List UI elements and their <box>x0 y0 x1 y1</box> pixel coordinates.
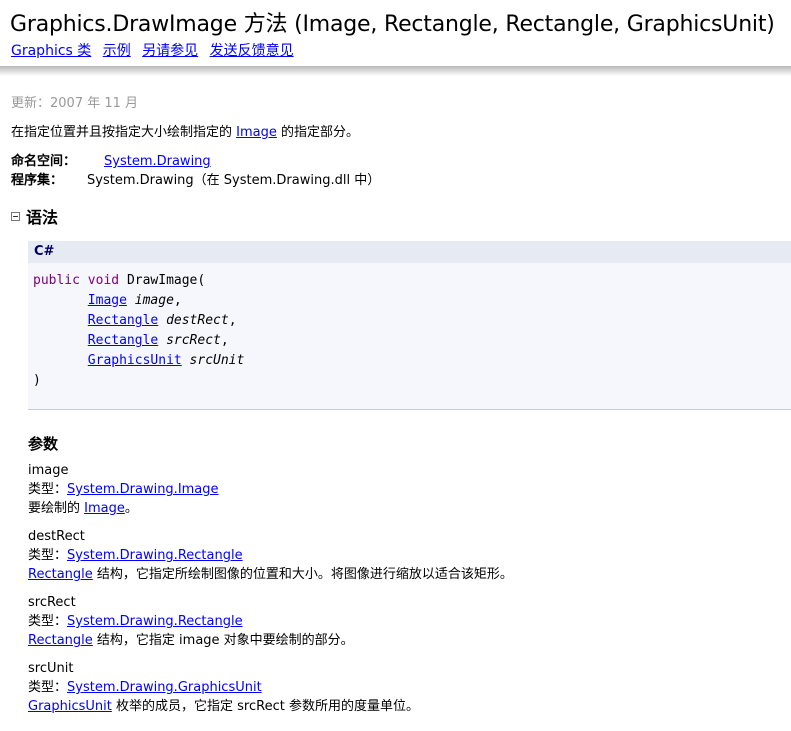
nav-link-see-also[interactable]: 另请参见 <box>142 43 198 59</box>
parameter-type-link[interactable]: System.Drawing.Image <box>67 482 219 497</box>
parameter-type-label: 类型： <box>28 614 68 629</box>
parameter-type-label: 类型： <box>28 680 68 695</box>
code-param-name: image <box>134 293 174 308</box>
parameter-desc-suffix: 。 <box>124 501 138 516</box>
namespace-link[interactable]: System.Drawing <box>104 154 211 169</box>
parameter-name: srcRect <box>28 595 76 610</box>
code-param-sep: , <box>173 293 182 308</box>
parameters-heading: 参数 <box>28 435 59 453</box>
code-param-sep: , <box>220 333 229 348</box>
parameter-desc-link[interactable]: Rectangle <box>28 567 93 582</box>
parameter-item: destRect 类型：System.Drawing.Rectangle Rec… <box>28 527 513 584</box>
syntax-heading[interactable]: 语法 <box>11 204 58 228</box>
title-kind: 方法 <box>243 12 288 37</box>
code-text: public void DrawImage( Image image, Rect… <box>33 271 244 391</box>
parameter-type-row: 类型：System.Drawing.Rectangle <box>28 612 354 631</box>
parameter-desc-prefix: 要绘制的 <box>28 501 81 516</box>
keyword-public: public <box>33 273 80 288</box>
parameter-desc-link[interactable]: Rectangle <box>28 633 93 648</box>
parameter-desc-suffix: 结构，它指定所绘制图像的位置和大小。将图像进行缩放以适合该矩形。 <box>96 567 513 582</box>
nav-link-send-feedback[interactable]: 发送反馈意见 <box>210 43 294 59</box>
code-param-type-link[interactable]: Rectangle <box>88 313 158 328</box>
parameter-desc-link[interactable]: Image <box>84 501 125 516</box>
title-class: Graphics.DrawImage <box>10 12 237 37</box>
code-param-type-link[interactable]: Rectangle <box>88 333 158 348</box>
parameter-name: destRect <box>28 529 85 544</box>
parameter-type-row: 类型：System.Drawing.GraphicsUnit <box>28 678 419 697</box>
summary: 在指定位置并且按指定大小绘制指定的 Image 的指定部分。 <box>11 121 359 140</box>
parameter-type-row: 类型：System.Drawing.Image <box>28 480 219 499</box>
method-name: DrawImage( <box>126 273 206 288</box>
parameter-description: Rectangle 结构，它指定所绘制图像的位置和大小。将图像进行缩放以适合该矩… <box>28 565 513 584</box>
parameter-description: 要绘制的 Image。 <box>28 499 219 518</box>
parameter-item: srcRect 类型：System.Drawing.Rectangle Rect… <box>28 593 354 650</box>
code-block: C# public void DrawImage( Image image, R… <box>28 241 791 410</box>
summary-prefix: 在指定位置并且按指定大小绘制指定的 <box>11 125 233 140</box>
nav-link-graphics-class[interactable]: Graphics 类 <box>11 43 91 59</box>
code-param-name: srcUnit <box>189 353 245 368</box>
assembly-row: 程序集： System.Drawing（在 System.Drawing.dll … <box>11 169 380 188</box>
code-close-paren: ) <box>33 373 41 388</box>
parameter-item: srcUnit 类型：System.Drawing.GraphicsUnit G… <box>28 659 419 716</box>
namespace-row: 命名空间： System.Drawing <box>11 150 211 169</box>
parameter-type-link[interactable]: System.Drawing.GraphicsUnit <box>67 680 262 695</box>
parameter-type-link[interactable]: System.Drawing.Rectangle <box>67 548 243 563</box>
updated-date: 更新：2007 年 11 月 <box>11 96 139 111</box>
parameter-name: image <box>28 463 69 478</box>
parameter-desc-link[interactable]: GraphicsUnit <box>28 699 112 714</box>
syntax-heading-label: 语法 <box>26 208 59 227</box>
code-param-type-link[interactable]: GraphicsUnit <box>88 353 182 368</box>
summary-image-link[interactable]: Image <box>236 125 277 140</box>
collapse-icon[interactable] <box>11 212 20 221</box>
keyword-void: void <box>87 273 120 288</box>
namespace-label: 命名空间： <box>11 154 77 169</box>
parameter-item: image 类型：System.Drawing.Image 要绘制的 Image… <box>28 461 219 518</box>
summary-suffix: 的指定部分。 <box>281 125 360 140</box>
code-param-name: destRect <box>166 313 229 328</box>
page-title: Graphics.DrawImage 方法 (Image, Rectangle,… <box>10 6 775 38</box>
parameter-name: srcUnit <box>28 661 74 676</box>
code-language-bar: C# <box>28 241 791 263</box>
title-signature: (Image, Rectangle, Rectangle, GraphicsUn… <box>294 12 775 37</box>
header-divider <box>0 66 791 76</box>
code-param-sep: , <box>228 313 237 328</box>
parameter-type-label: 类型： <box>28 482 68 497</box>
parameter-type-row: 类型：System.Drawing.Rectangle <box>28 546 513 565</box>
parameter-desc-suffix: 结构，它指定 image 对象中要绘制的部分。 <box>96 633 354 648</box>
assembly-label: 程序集： <box>11 173 64 188</box>
assembly-value: System.Drawing（在 System.Drawing.dll 中） <box>87 173 381 188</box>
page-header: Graphics.DrawImage 方法 (Image, Rectangle,… <box>0 0 791 68</box>
nav-link-examples[interactable]: 示例 <box>103 43 131 59</box>
code-language-label: C# <box>34 244 55 259</box>
code-param-name: srcRect <box>166 333 221 348</box>
nav-links: Graphics 类 示例 另请参见 发送反馈意见 <box>11 40 301 60</box>
parameter-description: Rectangle 结构，它指定 image 对象中要绘制的部分。 <box>28 631 354 650</box>
parameter-desc-suffix: 枚举的成员，它指定 srcRect 参数所用的度量单位。 <box>116 699 419 714</box>
parameter-type-link[interactable]: System.Drawing.Rectangle <box>67 614 243 629</box>
code-param-type-link[interactable]: Image <box>88 293 127 308</box>
parameter-type-label: 类型： <box>28 548 68 563</box>
parameter-description: GraphicsUnit 枚举的成员，它指定 srcRect 参数所用的度量单位… <box>28 697 419 716</box>
